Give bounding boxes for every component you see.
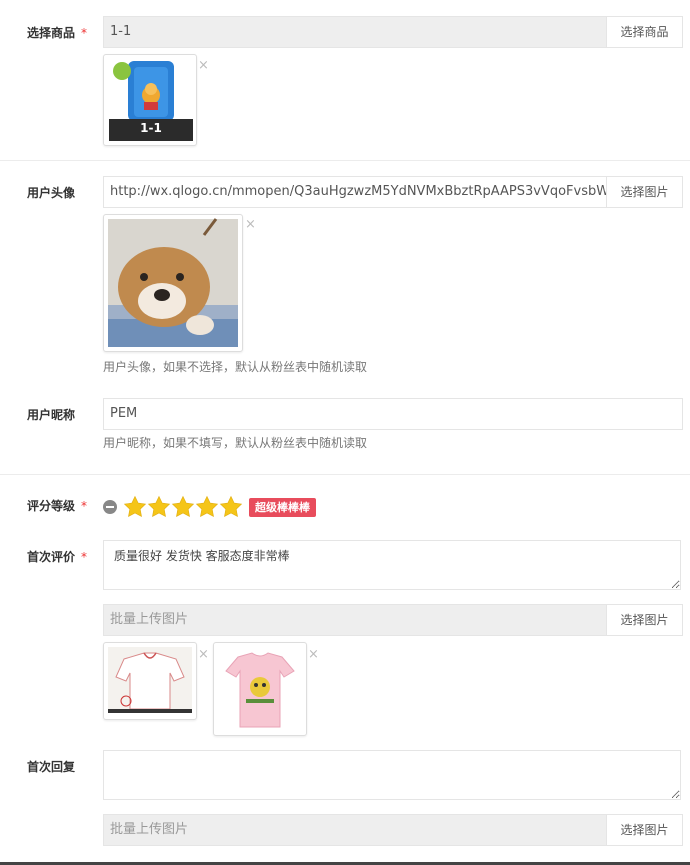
- star-icon[interactable]: [171, 495, 195, 519]
- star-icon[interactable]: [219, 495, 243, 519]
- select-product-button[interactable]: 选择商品: [606, 16, 683, 48]
- first-reply-label: 首次回复: [27, 760, 76, 774]
- first-reply-textarea[interactable]: [103, 750, 681, 800]
- product-thumbnail[interactable]: 1-1: [103, 54, 197, 146]
- remove-product-close-icon[interactable]: ×: [198, 59, 209, 72]
- nickname-input[interactable]: PEM: [103, 398, 683, 430]
- first-reply-select-image-button[interactable]: 选择图片: [606, 814, 683, 846]
- first-reply-upload-group: 批量上传图片 选择图片: [103, 814, 683, 846]
- avatar-input-group: http://wx.qlogo.cn/mmopen/Q3auHgzwzM5YdN…: [103, 176, 683, 208]
- first-review-select-image-button[interactable]: 选择图片: [606, 604, 683, 636]
- nickname-label: 用户昵称: [27, 408, 76, 422]
- divider: [0, 474, 690, 475]
- first-review-textarea[interactable]: 质量很好 发货快 客服态度非常棒: [103, 540, 681, 590]
- product-thumb-caption: 1-1: [140, 121, 162, 135]
- first-review-label-text: 首次评价: [27, 550, 76, 564]
- product-input-group: 1-1 选择商品: [103, 16, 683, 48]
- first-reply-upload-input[interactable]: 批量上传图片: [103, 814, 606, 846]
- first-review-upload-group: 批量上传图片 选择图片: [103, 604, 683, 636]
- nickname-input-group: PEM: [103, 398, 683, 430]
- avatar-label: 用户头像: [27, 186, 76, 200]
- product-label: 选择商品 *: [27, 24, 87, 41]
- rating-label: 评分等级 *: [27, 497, 87, 514]
- first-review-upload-input[interactable]: 批量上传图片: [103, 604, 606, 636]
- star-icon[interactable]: [195, 495, 219, 519]
- avatar-url-input[interactable]: http://wx.qlogo.cn/mmopen/Q3auHgzwzM5YdN…: [103, 176, 606, 208]
- avatar-help-text: 用户头像，如果不选择，默认从粉丝表中随机读取: [103, 360, 368, 374]
- tshirt-photo: [218, 647, 302, 731]
- nickname-help-text: 用户昵称，如果不填写，默认从粉丝表中随机读取: [103, 436, 368, 450]
- star-icon[interactable]: [123, 495, 147, 519]
- clothing-photo: [108, 647, 192, 713]
- product-label-text: 选择商品: [27, 26, 76, 40]
- required-mark: *: [81, 499, 88, 513]
- remove-avatar-close-icon[interactable]: ×: [245, 218, 256, 231]
- review-image-thumbnail[interactable]: [103, 642, 197, 720]
- minus-circle-icon[interactable]: [103, 500, 117, 514]
- review-image-thumbnail[interactable]: [213, 642, 307, 736]
- required-mark: *: [81, 26, 88, 40]
- rating-badge: 超级棒棒棒: [249, 497, 316, 517]
- product-input[interactable]: 1-1: [103, 16, 606, 48]
- avatar-thumbnail[interactable]: [103, 214, 243, 352]
- first-review-label: 首次评价 *: [27, 548, 87, 565]
- divider: [0, 160, 690, 161]
- rating-label-text: 评分等级: [27, 499, 76, 513]
- select-avatar-button[interactable]: 选择图片: [606, 176, 683, 208]
- remove-review-image-close-icon[interactable]: ×: [198, 648, 209, 661]
- required-mark: *: [81, 550, 88, 564]
- remove-review-image-close-icon[interactable]: ×: [308, 648, 319, 661]
- star-icon[interactable]: [147, 495, 171, 519]
- rating-stars: 超级棒棒棒: [103, 495, 316, 519]
- dog-photo: [108, 218, 238, 347]
